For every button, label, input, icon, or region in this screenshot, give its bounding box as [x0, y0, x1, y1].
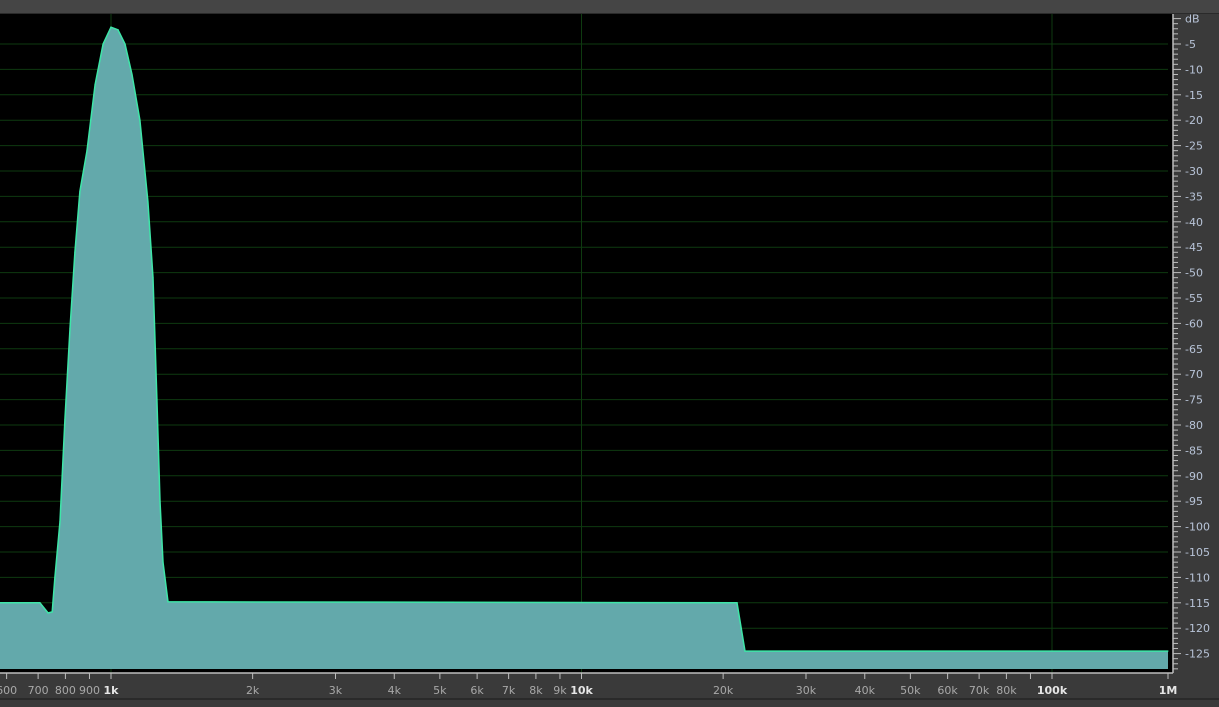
data-point — [69, 327, 71, 330]
x-tick-label: 1k — [104, 684, 120, 697]
y-tick-label: dB — [1185, 13, 1200, 26]
data-point — [162, 561, 164, 563]
x-tick-label: 50k — [900, 684, 921, 697]
data-point — [47, 612, 49, 614]
x-tick-label: 2k — [246, 684, 260, 697]
data-point — [86, 150, 88, 152]
x-tick-label: 100k — [1037, 684, 1068, 697]
data-point — [54, 576, 56, 579]
frequency-spectrum-chart: 600 700 800900 1k 2k 3k 4k 5k 6k 7k 8k 9k10k 20k 30k 4… — [0, 0, 1219, 700]
x-tick-label: 1M — [1159, 684, 1178, 697]
data-point — [744, 650, 746, 652]
x-tick-label: 7k — [502, 684, 516, 697]
y-tick-label: -100 — [1185, 521, 1210, 534]
x-tick-label: 900 — [79, 684, 100, 697]
y-tick-label: -5 — [1185, 38, 1196, 51]
x-tick-label: 30k — [796, 684, 817, 697]
x-tick-label: 3k — [329, 684, 343, 697]
y-tick-label: -45 — [1185, 241, 1203, 254]
x-tick-label: 10k — [570, 684, 593, 697]
data-point — [167, 601, 169, 603]
x-tick-label: 4k — [388, 684, 402, 697]
y-tick-label: -35 — [1185, 190, 1203, 203]
data-point — [159, 500, 161, 502]
y-tick-label: -120 — [1185, 622, 1210, 635]
y-tick-label: -50 — [1185, 267, 1203, 280]
y-tick-label: -125 — [1185, 648, 1210, 661]
data-point — [51, 611, 53, 613]
x-tick-label: 5k — [433, 684, 447, 697]
y-tick-label: -85 — [1185, 444, 1203, 457]
y-tick-label: -55 — [1185, 292, 1203, 305]
y-axis[interactable]: dB -5 -10 -15 -20 -25 -30 -35 -40 -45 -50 -55 -60 -65… — [1173, 13, 1210, 670]
data-point — [736, 602, 738, 604]
data-point — [39, 602, 41, 604]
x-tick-label: 9k — [553, 684, 567, 697]
y-tick-label: -20 — [1185, 114, 1203, 127]
data-point — [1167, 650, 1169, 652]
y-tick-label: -80 — [1185, 419, 1203, 432]
plot-area — [0, 14, 1173, 673]
data-point — [117, 29, 119, 31]
bottom-divider — [0, 698, 1219, 700]
data-point — [110, 26, 112, 28]
data-point — [152, 277, 154, 279]
y-tick-label: -75 — [1185, 394, 1203, 407]
x-tick-label: 70k — [969, 684, 990, 697]
top-bar — [0, 0, 1219, 13]
x-tick-label: 80k — [996, 684, 1017, 697]
data-point — [79, 190, 81, 192]
y-tick-label: -15 — [1185, 89, 1203, 102]
x-tick-label: 40k — [855, 684, 876, 697]
y-tick-label: -10 — [1185, 63, 1203, 76]
y-tick-label: -95 — [1185, 495, 1203, 508]
x-tick-label: 700 — [28, 684, 49, 697]
y-tick-label: -65 — [1185, 343, 1203, 356]
data-point — [147, 200, 149, 203]
y-tick-label: -60 — [1185, 317, 1203, 330]
x-tick-label: 6k — [470, 684, 484, 697]
data-point — [94, 84, 96, 86]
y-tick-label: -30 — [1185, 165, 1203, 178]
top-divider — [0, 13, 1219, 14]
y-tick-label: -40 — [1185, 216, 1203, 229]
data-point — [59, 520, 61, 523]
data-point — [131, 73, 133, 76]
x-axis[interactable]: 600 700 800900 1k 2k 3k 4k 5k 6k 7k 8k 9k10k 20k 30k 4… — [0, 673, 1177, 697]
x-tick-label: 60k — [937, 684, 958, 697]
data-point — [74, 251, 76, 253]
y-tick-label: -70 — [1185, 368, 1203, 381]
data-point — [102, 43, 104, 45]
data-point — [124, 43, 126, 45]
y-tick-label: -105 — [1185, 546, 1210, 559]
x-tick-label: 20k — [713, 684, 734, 697]
y-tick-label: -90 — [1185, 470, 1203, 483]
data-point — [156, 399, 158, 401]
x-tick-label: 800 — [55, 684, 76, 697]
y-tick-label: -25 — [1185, 140, 1203, 153]
data-point — [139, 119, 141, 121]
spectrum-analyzer: 600 700 800900 1k 2k 3k 4k 5k 6k 7k 8k 9k10k 20k 30k 4… — [0, 0, 1219, 707]
y-tick-label: -110 — [1185, 571, 1210, 584]
x-tick-label: 8k — [529, 684, 543, 697]
y-tick-label: -115 — [1185, 597, 1210, 610]
data-point — [64, 419, 66, 421]
x-tick-label: 600 — [0, 684, 17, 697]
